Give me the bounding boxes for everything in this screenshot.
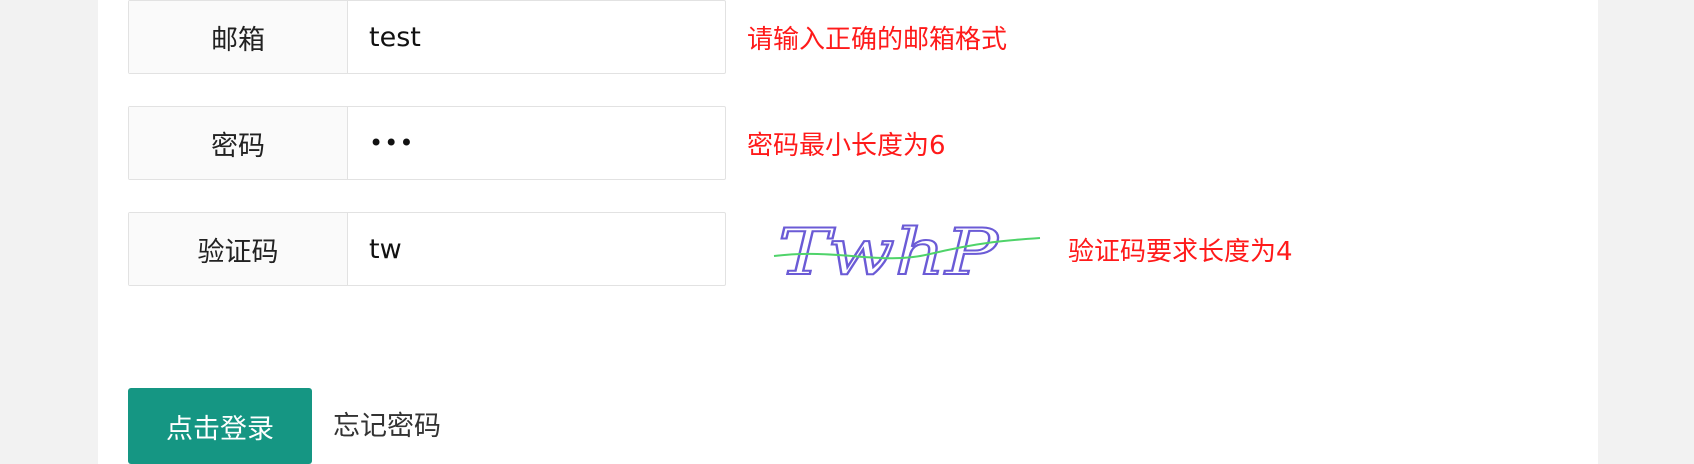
email-row: 邮箱 请输入正确的邮箱格式: [128, 0, 1128, 74]
password-input[interactable]: [348, 107, 725, 179]
captcha-field-box: 验证码: [128, 212, 726, 286]
password-label: 密码: [129, 107, 348, 179]
password-error: 密码最小长度为6: [747, 130, 946, 161]
captcha-error: 验证码要求长度为4: [1068, 236, 1293, 267]
email-input[interactable]: [348, 1, 725, 73]
captcha-input[interactable]: [348, 213, 725, 285]
captcha-label: 验证码: [129, 213, 348, 285]
login-button[interactable]: 点击登录: [128, 388, 312, 464]
captcha-image-text: TwhP: [778, 218, 999, 286]
email-label: 邮箱: [129, 1, 348, 73]
captcha-image[interactable]: TwhP: [770, 218, 1042, 286]
forgot-password-link[interactable]: 忘记密码: [333, 404, 441, 443]
password-row: 密码 密码最小长度为6: [128, 106, 1128, 180]
email-field-box: 邮箱: [128, 0, 726, 74]
password-field-box: 密码: [128, 106, 726, 180]
captcha-row: 验证码 TwhP 验证码要求长度为4: [128, 212, 1428, 286]
email-error: 请输入正确的邮箱格式: [747, 24, 1008, 55]
